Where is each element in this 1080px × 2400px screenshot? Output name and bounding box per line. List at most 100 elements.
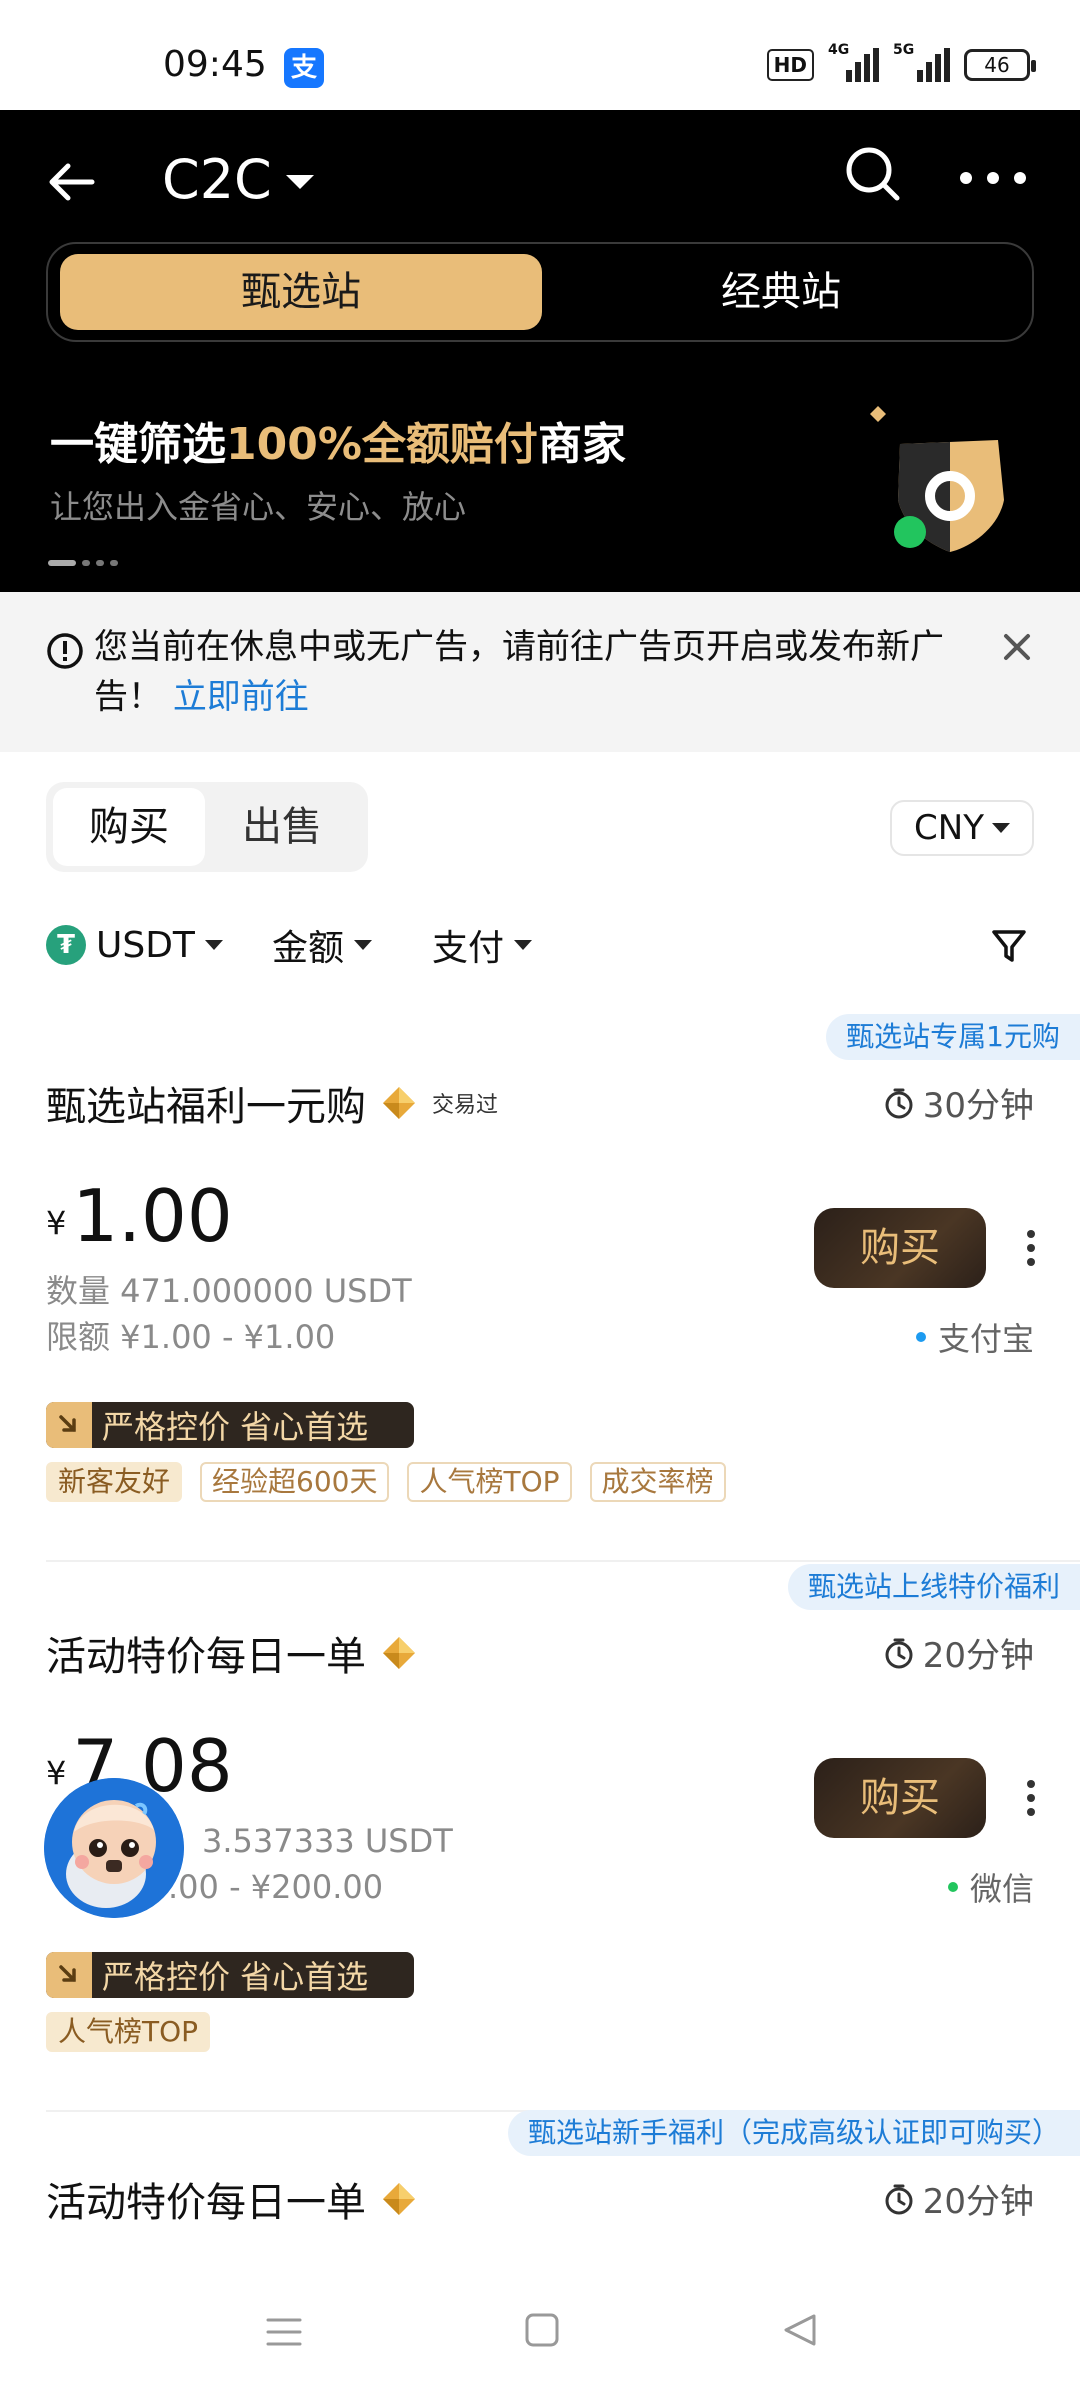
hd-voice-icon: HD <box>766 49 814 81</box>
alipay-notification-icon: 支 <box>284 48 324 88</box>
payment-filter[interactable]: 支付 <box>432 915 533 975</box>
price-control-tag: 严格控价 省心首选 <box>46 1952 414 1998</box>
system-nav-bar <box>0 2270 1080 2400</box>
time-limit-text: 20分钟 <box>922 2182 1034 2222</box>
diamond-badge-icon <box>383 1087 415 1119</box>
shield-icon <box>870 406 1004 552</box>
promo-tag: 甄选站专属1元购 <box>826 1014 1080 1060</box>
tab-classic-station[interactable]: 经典站 <box>540 254 1022 330</box>
filter-funnel-icon[interactable] <box>990 927 1028 965</box>
timer-icon <box>885 2184 913 2214</box>
caret-down-icon <box>991 823 1010 833</box>
payment-method: 支付宝 <box>915 1314 1034 1360</box>
filter-bar: ₮ USDT 金额 支付 <box>46 915 1036 975</box>
amount-filter-label: 金额 <box>272 928 345 969</box>
app-header: C2C 甄选站 经典站 一键筛选100%全额赔付商家 让您出入金省心、安心、放心 <box>0 110 1080 592</box>
page-title: C2C <box>162 148 272 211</box>
merchant-name-text: 甄选站福利一元购 <box>46 1084 366 1130</box>
search-icon[interactable] <box>843 144 903 204</box>
more-vertical-icon[interactable] <box>1024 1778 1038 1818</box>
merchant-name-text: 活动特价每日一单 <box>46 1634 366 1680</box>
payment-time-limit: 20分钟 <box>883 1628 1034 1677</box>
signal-4g-icon: 4G <box>828 42 879 82</box>
banner-title[interactable]: 一键筛选100%全额赔付商家 <box>50 408 626 472</box>
timer-icon <box>885 1638 913 1668</box>
promo-tag: 甄选站上线特价福利 <box>787 1564 1080 1610</box>
home-icon[interactable] <box>524 2312 560 2348</box>
banner-pagination <box>48 560 118 566</box>
timer-icon <box>885 1088 913 1118</box>
recent-apps-icon[interactable] <box>264 2312 304 2352</box>
status-indicators: HD 4G 5G 46 <box>766 42 1036 82</box>
support-avatar-button[interactable] <box>44 1778 184 1918</box>
back-arrow-icon[interactable] <box>40 150 104 214</box>
banner-subtitle: 让您出入金省心、安心、放心 <box>50 488 467 526</box>
merchant-tags: 新客友好 经验超600天 人气榜TOP 成交率榜 <box>46 1462 726 1502</box>
tag: 人气榜TOP <box>46 2012 211 2052</box>
merchant-name[interactable]: 甄选站福利一元购 交易过 <box>46 1074 498 1132</box>
order-limit: .00 - ¥200.00 <box>168 1868 384 1906</box>
market-switcher[interactable]: C2C <box>162 148 314 211</box>
tether-icon: ₮ <box>46 925 86 965</box>
tab-buy[interactable]: 购买 <box>53 788 205 866</box>
tag: 经验超600天 <box>200 1462 390 1502</box>
go-now-link[interactable]: 立即前往 <box>173 677 309 717</box>
unit-price: ¥ 1.00 <box>46 1180 233 1252</box>
caret-down-icon <box>285 174 314 189</box>
payment-method-label: 微信 <box>969 1870 1034 1908</box>
payment-dot <box>947 1882 958 1892</box>
listing-divider <box>46 1560 1080 1562</box>
feature-tag-text: 严格控价 省心首选 <box>102 1408 369 1446</box>
feature-tag-text: 严格控价 省心首选 <box>102 1958 369 1996</box>
caret-down-icon <box>204 940 223 950</box>
payment-method-label: 支付宝 <box>937 1320 1034 1358</box>
nav-back-icon[interactable] <box>780 2310 820 2350</box>
more-vertical-icon[interactable] <box>1024 1228 1038 1268</box>
diamond-badge-icon <box>383 2183 415 2215</box>
tab-curated-station[interactable]: 甄选站 <box>60 254 542 330</box>
currency-symbol: ¥ <box>46 1204 67 1242</box>
signal-5g-icon: 5G <box>893 42 950 82</box>
rest-notice-banner: 您当前在休息中或无广告，请前往广告页开启或发布新广告！ 立即前往 <box>0 592 1080 752</box>
merchant-name[interactable]: 活动特价每日一单 <box>46 1624 416 1682</box>
currency-label: CNY <box>914 808 984 848</box>
status-time: 09:45 <box>163 44 267 85</box>
caret-down-icon <box>514 940 533 950</box>
payment-dot <box>915 1332 926 1342</box>
buy-button[interactable]: 购买 <box>814 1208 986 1288</box>
close-icon[interactable] <box>1000 630 1034 664</box>
time-limit-text: 30分钟 <box>922 1086 1034 1126</box>
caret-down-icon <box>354 940 373 950</box>
coin-filter[interactable]: ₮ USDT <box>46 915 223 975</box>
available-quantity: 数量 471.000000 USDT <box>46 1272 412 1310</box>
merchant-tags: 人气榜TOP <box>46 2012 211 2052</box>
price-control-tag: 严格控价 省心首选 <box>46 1402 414 1448</box>
buy-sell-toggle: 购买 出售 <box>46 782 368 872</box>
price-value: 1.00 <box>72 1174 233 1258</box>
tag: 成交率榜 <box>589 1462 726 1502</box>
tag: 新客友好 <box>46 1462 183 1502</box>
merchant-name-text: 活动特价每日一单 <box>46 2180 366 2226</box>
status-bar: 09:45 支 HD 4G 5G 46 <box>0 0 1080 110</box>
buy-button[interactable]: 购买 <box>814 1758 986 1838</box>
arrow-down-icon <box>46 1402 92 1448</box>
banner-title-pre: 一键筛选 <box>50 419 226 470</box>
banner-title-post: 商家 <box>537 419 626 470</box>
tag: 人气榜TOP <box>407 1462 572 1502</box>
currency-selector[interactable]: CNY <box>890 800 1034 856</box>
promo-tag: 甄选站新手福利（完成高级认证即可购买） <box>507 2110 1080 2156</box>
astronaut-mascot-icon <box>44 1778 184 1918</box>
arrow-down-icon <box>46 1952 92 1998</box>
currency-symbol: ¥ <box>46 1754 67 1792</box>
merchant-name[interactable]: 活动特价每日一单 <box>46 2170 416 2228</box>
more-options-icon[interactable] <box>958 168 1028 188</box>
station-segmented-control: 甄选站 经典站 <box>46 242 1034 342</box>
payment-time-limit: 20分钟 <box>883 2174 1034 2223</box>
time-limit-text: 20分钟 <box>922 1636 1034 1676</box>
payment-method: 微信 <box>947 1864 1034 1910</box>
tab-sell[interactable]: 出售 <box>206 788 358 866</box>
diamond-badge-icon <box>383 1637 415 1669</box>
banner-title-highlight: 100%全额赔付 <box>226 419 538 470</box>
available-quantity: 3.537333 USDT <box>202 1822 453 1860</box>
amount-filter[interactable]: 金额 <box>272 915 373 975</box>
